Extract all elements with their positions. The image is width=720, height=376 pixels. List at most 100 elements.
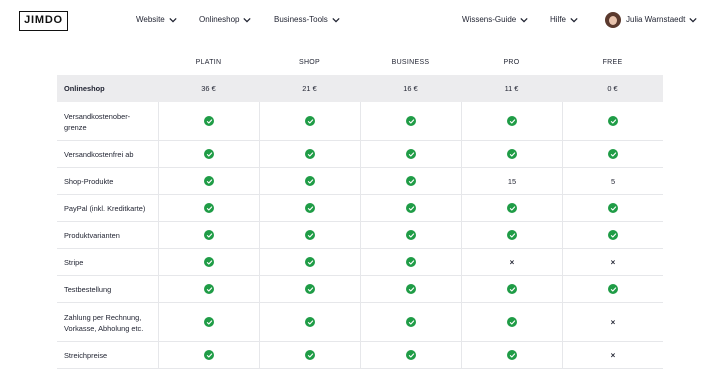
feature-label-line: PayPal (inkl. Kreditkarte) bbox=[64, 204, 146, 213]
feature-row-produktvarianten: Produktvarianten bbox=[57, 222, 663, 249]
chevron-down-icon bbox=[169, 17, 177, 22]
check-icon bbox=[204, 149, 214, 159]
feature-cell-free bbox=[562, 195, 663, 221]
feature-cell-platin bbox=[158, 141, 259, 167]
feature-cell-pro bbox=[461, 222, 562, 248]
check-icon bbox=[406, 116, 416, 126]
feature-cell-pro bbox=[461, 195, 562, 221]
check-icon bbox=[305, 176, 315, 186]
price-shop: 21 € bbox=[302, 84, 317, 93]
check-icon bbox=[406, 257, 416, 267]
check-icon bbox=[507, 116, 517, 126]
feature-label: PayPal (inkl. Kreditkarte) bbox=[64, 203, 145, 214]
feature-cell-business bbox=[360, 249, 461, 275]
feature-cell-platin bbox=[158, 303, 259, 341]
feature-label-line: Zahlung per Rechnung, bbox=[64, 313, 142, 322]
check-icon bbox=[507, 350, 517, 360]
feature-row-stripe: Stripe × × bbox=[57, 249, 663, 276]
feature-cell-platin bbox=[158, 222, 259, 248]
feature-cell-pro bbox=[461, 342, 562, 368]
check-icon bbox=[406, 203, 416, 213]
check-icon bbox=[305, 149, 315, 159]
check-icon bbox=[305, 317, 315, 327]
feature-row-streichpreise: Streichpreise × bbox=[57, 342, 663, 369]
chevron-down-icon bbox=[520, 17, 528, 22]
plan-header-platin: PLATIN bbox=[195, 59, 222, 66]
check-icon bbox=[305, 230, 315, 240]
check-icon bbox=[305, 284, 315, 294]
check-icon bbox=[305, 350, 315, 360]
user-menu[interactable]: Julia Warnstaedt bbox=[626, 15, 697, 24]
check-icon bbox=[608, 203, 618, 213]
nav-hilfe[interactable]: Hilfe bbox=[550, 15, 578, 24]
feature-label-line: Streichpreise bbox=[64, 351, 108, 360]
feature-cell-free: 5 bbox=[562, 168, 663, 194]
feature-cell-platin bbox=[158, 249, 259, 275]
check-icon bbox=[204, 257, 214, 267]
nav-hilfe-label: Hilfe bbox=[550, 15, 567, 24]
plan-header-shop: SHOP bbox=[298, 59, 321, 66]
feature-label-line: Produktvarianten bbox=[64, 231, 120, 240]
avatar[interactable] bbox=[605, 12, 621, 28]
check-icon bbox=[204, 284, 214, 294]
nav-onlineshop[interactable]: Onlineshop bbox=[199, 15, 252, 24]
check-icon bbox=[406, 176, 416, 186]
check-icon bbox=[204, 203, 214, 213]
feature-cell-business bbox=[360, 102, 461, 140]
price-free: 0 € bbox=[607, 84, 618, 93]
feature-cell-shop bbox=[259, 342, 360, 368]
nav-business-tools-label: Business-Tools bbox=[274, 15, 328, 24]
nav-website[interactable]: Website bbox=[136, 15, 177, 24]
check-icon bbox=[305, 116, 315, 126]
feature-cell-free bbox=[562, 102, 663, 140]
cross-icon: × bbox=[610, 257, 616, 267]
feature-cell-pro bbox=[461, 141, 562, 167]
feature-row-zahlung-per-rechnung-vorkasse-abholung-etc: Zahlung per Rechnung, Vorkasse, Abholung … bbox=[57, 303, 663, 342]
feature-cell-platin bbox=[158, 276, 259, 302]
feature-cell-shop bbox=[259, 141, 360, 167]
check-icon bbox=[406, 350, 416, 360]
chevron-down-icon bbox=[570, 17, 578, 22]
feature-cell-free bbox=[562, 141, 663, 167]
plan-header-row: PLATIN SHOP BUSINESS PRO FREE bbox=[57, 51, 663, 75]
nav-business-tools[interactable]: Business-Tools bbox=[274, 15, 340, 24]
check-icon bbox=[204, 317, 214, 327]
check-icon bbox=[406, 230, 416, 240]
nav-website-label: Website bbox=[136, 15, 165, 24]
feature-cell-shop bbox=[259, 276, 360, 302]
feature-cell-free: × bbox=[562, 249, 663, 275]
section-title: Onlineshop bbox=[64, 84, 105, 93]
user-name: Julia Warnstaedt bbox=[626, 15, 686, 24]
cross-icon: × bbox=[610, 350, 616, 360]
check-icon bbox=[406, 149, 416, 159]
feature-row-versandkostenober-grenze: Versandkostenober-grenze bbox=[57, 102, 663, 141]
check-icon bbox=[608, 284, 618, 294]
feature-cell-platin bbox=[158, 102, 259, 140]
feature-value: 15 bbox=[507, 176, 517, 186]
feature-label: Versandkostenfrei ab bbox=[64, 149, 133, 160]
price-platin: 36 € bbox=[201, 84, 216, 93]
nav-wissens-guide-label: Wissens-Guide bbox=[462, 15, 517, 24]
cross-icon: × bbox=[610, 317, 616, 327]
feature-cell-pro: 15 bbox=[461, 168, 562, 194]
check-icon bbox=[608, 230, 618, 240]
check-icon bbox=[406, 317, 416, 327]
jimdo-logo[interactable]: JIMDO bbox=[19, 11, 68, 31]
chevron-down-icon bbox=[332, 17, 340, 22]
feature-cell-free: × bbox=[562, 303, 663, 341]
nav-wissens-guide[interactable]: Wissens-Guide bbox=[462, 15, 528, 24]
feature-label: Testbestellung bbox=[64, 284, 111, 295]
feature-label: Stripe bbox=[64, 257, 83, 268]
price-business: 16 € bbox=[403, 84, 418, 93]
plan-header-free: FREE bbox=[602, 59, 623, 66]
feature-label-line: Versandkostenfrei ab bbox=[64, 150, 134, 159]
chevron-down-icon bbox=[689, 17, 697, 22]
feature-cell-free bbox=[562, 222, 663, 248]
check-icon bbox=[204, 230, 214, 240]
check-icon bbox=[608, 116, 618, 126]
check-icon bbox=[608, 149, 618, 159]
feature-cell-platin bbox=[158, 342, 259, 368]
check-icon bbox=[507, 230, 517, 240]
feature-cell-free bbox=[562, 276, 663, 302]
feature-cell-business bbox=[360, 276, 461, 302]
